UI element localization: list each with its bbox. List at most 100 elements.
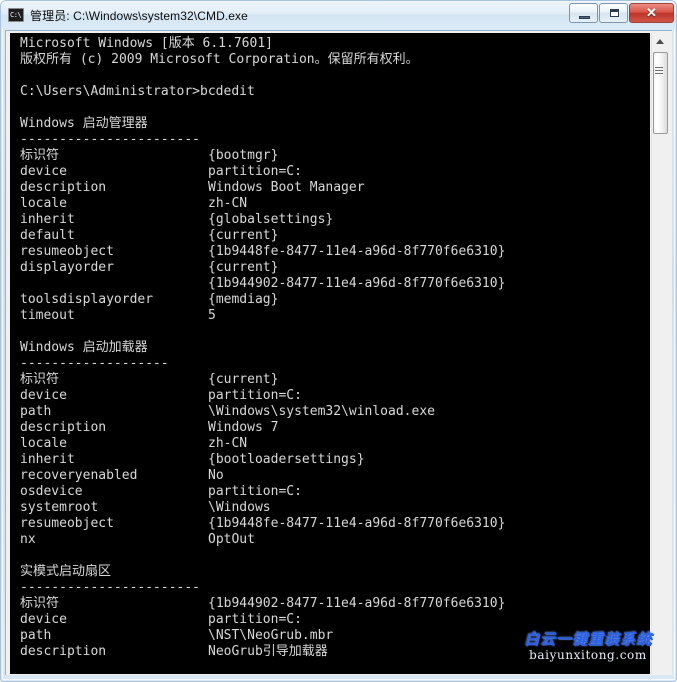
- console-key: locale: [20, 436, 67, 451]
- scroll-thumb[interactable]: [653, 52, 668, 134]
- console-line: locale zh-CN: [20, 196, 648, 212]
- console-key: description: [20, 644, 107, 659]
- console-line: resumeobject {1b9448fe-8477-11e4-a96d-8f7…: [20, 244, 648, 260]
- console-value: partition=C:: [208, 388, 302, 403]
- console-key: description: [20, 420, 107, 435]
- console-line: 标识符 {current}: [20, 372, 648, 388]
- console-line: description NeoGrub引导加载器: [20, 644, 648, 660]
- console-value: {1b9448fe-8477-11e4-a96d-8f770f6e6310}: [208, 244, 506, 259]
- console-line: description Windows 7: [20, 420, 648, 436]
- scroll-up-arrow-icon[interactable]: [652, 33, 669, 50]
- console-key: osdevice: [20, 484, 83, 499]
- console-key: recoveryenabled: [20, 468, 138, 483]
- console-key: 标识符: [20, 148, 60, 163]
- console-line: description Windows Boot Manager: [20, 180, 648, 196]
- console-key: 标识符: [20, 596, 60, 611]
- window-title: 管理员: C:\Windows\system32\CMD.exe: [30, 8, 248, 23]
- console-line: path \Windows\system32\winload.exe: [20, 404, 648, 420]
- console-value: 5: [208, 308, 216, 323]
- console-value: \Windows\system32\winload.exe: [208, 404, 435, 419]
- console-value: Windows Boot Manager: [208, 180, 365, 195]
- close-icon: ✕: [646, 5, 657, 20]
- minimize-button[interactable]: [569, 3, 598, 23]
- console-line: 实模式启动扇区: [20, 564, 112, 579]
- console-key: systemroot: [20, 500, 99, 515]
- minimize-icon: [579, 16, 590, 19]
- console-value: No: [208, 468, 224, 483]
- console-value: {globalsettings}: [208, 212, 334, 227]
- console-value: {current}: [208, 260, 279, 275]
- console-key: inherit: [20, 212, 75, 227]
- scroll-thumb-grip-icon: [655, 67, 663, 76]
- console-key: timeout: [20, 308, 75, 323]
- title-bar[interactable]: 管理员: C:\Windows\system32\CMD.exe ✕: [1, 1, 676, 29]
- console-value: {1b9448fe-8477-11e4-a96d-8f770f6e6310}: [208, 516, 506, 531]
- console-line: -------------------: [20, 356, 169, 371]
- console-line: nx OptOut: [20, 532, 648, 548]
- console-key: displayorder: [20, 260, 114, 275]
- console-value: {1b944902-8477-11e4-a96d-8f770f6e6310}: [208, 596, 506, 611]
- console-key: path: [20, 628, 52, 643]
- console-output: Microsoft Windows [版本 6.1.7601] 版权所有 (c) …: [20, 36, 648, 660]
- console-value: {bootmgr}: [208, 148, 279, 163]
- console-value: \Windows: [208, 500, 271, 515]
- cmd-icon: [8, 8, 24, 22]
- console-line: osdevice partition=C:: [20, 484, 648, 500]
- console-line: inherit {bootloadersettings}: [20, 452, 648, 468]
- console-line: timeout 5: [20, 308, 648, 324]
- maximize-button[interactable]: [599, 3, 628, 23]
- console-value: zh-CN: [208, 436, 248, 451]
- close-button[interactable]: ✕: [629, 3, 674, 23]
- console-line: 标识符 {1b944902-8477-11e4-a96d-8f770f6e6310…: [20, 596, 648, 612]
- console-line: default {current}: [20, 228, 648, 244]
- console-value: {memdiag}: [208, 292, 279, 307]
- console-key: device: [20, 388, 67, 403]
- console-key: resumeobject: [20, 516, 114, 531]
- maximize-icon: [610, 9, 619, 17]
- console-line: resumeobject {1b9448fe-8477-11e4-a96d-8f7…: [20, 516, 648, 532]
- console-value: OptOut: [208, 532, 255, 547]
- console-value: zh-CN: [208, 196, 248, 211]
- console-line: toolsdisplayorder {memdiag}: [20, 292, 648, 308]
- console-line: recoveryenabled No: [20, 468, 648, 484]
- console-value: {current}: [208, 372, 279, 387]
- console-key: default: [20, 228, 75, 243]
- console-line: path \NST\NeoGrub.mbr: [20, 628, 648, 644]
- scroll-track[interactable]: [652, 134, 669, 674]
- console-line: device partition=C:: [20, 164, 648, 180]
- console-key: 标识符: [20, 372, 60, 387]
- console-value: {bootloadersettings}: [208, 452, 365, 467]
- console-line: device partition=C:: [20, 388, 648, 404]
- console-line: {1b944902-8477-11e4-a96d-8f770f6e6310}: [20, 276, 648, 292]
- console-value: NeoGrub引导加载器: [208, 644, 328, 659]
- console-key: resumeobject: [20, 244, 114, 259]
- console-value: partition=C:: [208, 612, 302, 627]
- console-key: nx: [20, 532, 36, 547]
- console-line: systemroot \Windows: [20, 500, 648, 516]
- console-key: device: [20, 612, 67, 627]
- console-line: -----------------------: [20, 580, 201, 595]
- console-value: partition=C:: [208, 484, 302, 499]
- console-surface[interactable]: Microsoft Windows [版本 6.1.7601] 版权所有 (c) …: [10, 33, 650, 674]
- console-line: Windows 启动管理器: [20, 116, 148, 131]
- console-key: inherit: [20, 452, 75, 467]
- console-client-area: Microsoft Windows [版本 6.1.7601] 版权所有 (c) …: [5, 30, 672, 675]
- console-line: 标识符 {bootmgr}: [20, 148, 648, 164]
- cmd-window: 管理员: C:\Windows\system32\CMD.exe ✕ Micro…: [0, 0, 677, 682]
- console-line: displayorder {current}: [20, 260, 648, 276]
- console-scrollbar[interactable]: [651, 33, 669, 674]
- console-key: device: [20, 164, 67, 179]
- console-line: C:\Users\Administrator>bcdedit: [20, 84, 255, 99]
- console-line: 版权所有 (c) 2009 Microsoft Corporation。保留所有…: [20, 52, 419, 67]
- console-line: Microsoft Windows [版本 6.1.7601]: [20, 36, 273, 51]
- console-key: locale: [20, 196, 67, 211]
- console-value: \NST\NeoGrub.mbr: [208, 628, 334, 643]
- console-line: inherit {globalsettings}: [20, 212, 648, 228]
- console-line: device partition=C:: [20, 612, 648, 628]
- console-value: {current}: [208, 228, 279, 243]
- window-controls: ✕: [569, 3, 674, 23]
- console-key: description: [20, 180, 107, 195]
